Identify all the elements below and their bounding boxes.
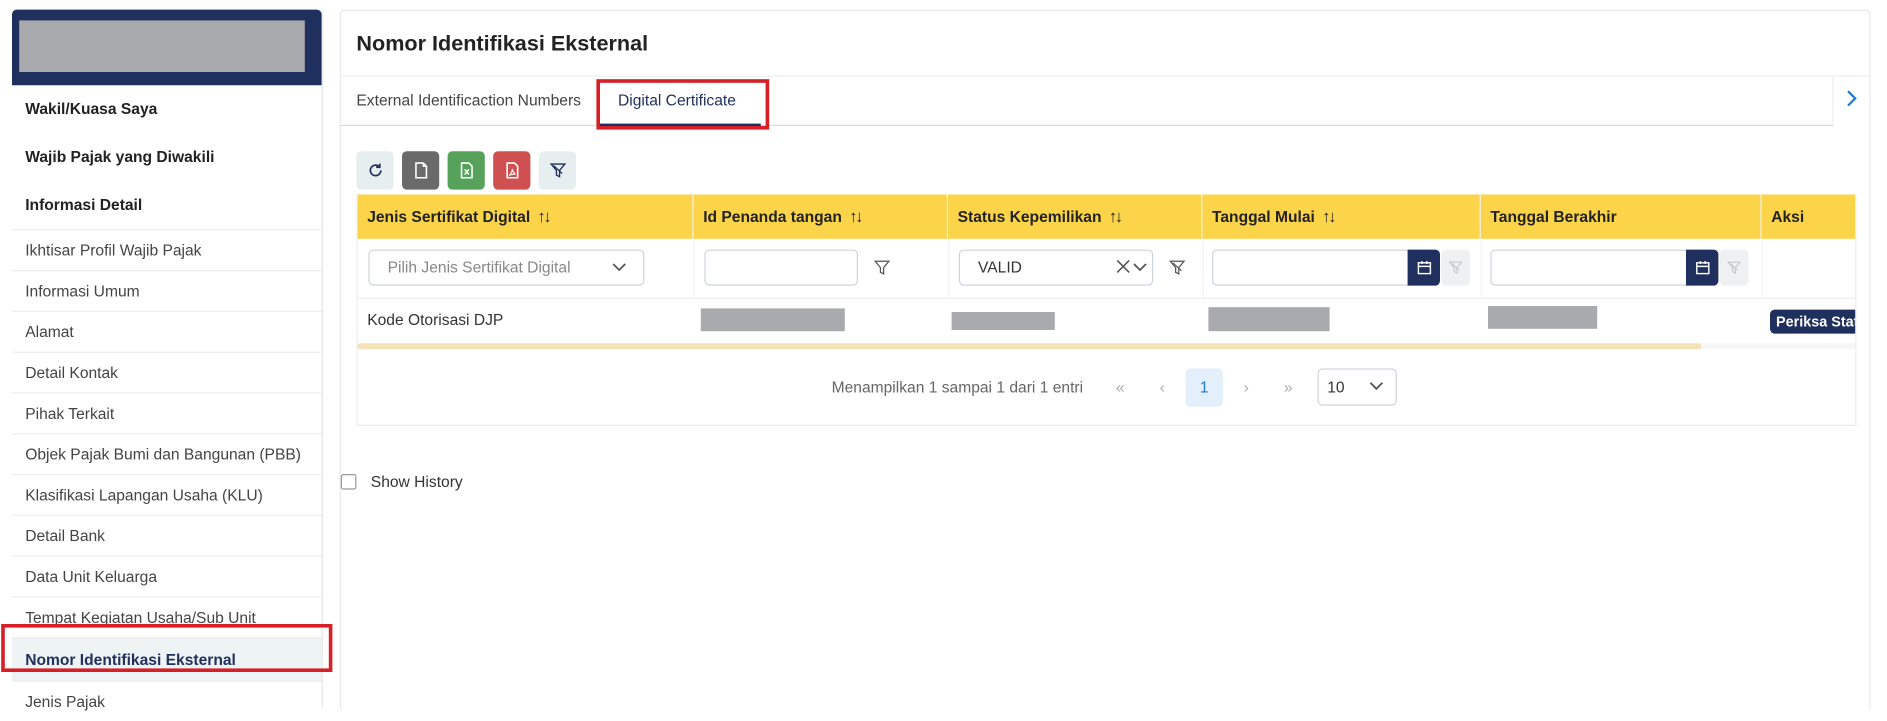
filter-icon[interactable]	[873, 259, 891, 276]
chevron-down-icon	[1133, 251, 1147, 297]
column-header-id-penanda-tangan[interactable]: Id Penanda tangan ↑↓	[694, 194, 949, 239]
filter-clear-icon	[549, 163, 566, 178]
refresh-icon	[368, 163, 382, 177]
dropdown-placeholder: Pilih Jenis Sertifikat Digital	[387, 258, 571, 276]
chevron-down-icon	[612, 251, 626, 297]
column-header-status-kepemilikan[interactable]: Status Kepemilikan ↑↓	[948, 194, 1203, 239]
sort-icon[interactable]: ↑↓	[1322, 206, 1336, 225]
pdf-icon	[505, 162, 518, 179]
sidebar-item-objek-pbb[interactable]: Objek Pajak Bumi dan Bangunan (PBB)	[12, 433, 322, 474]
page-title: Nomor Identifikasi Eksternal	[356, 31, 649, 56]
column-label: Id Penanda tangan	[703, 207, 842, 226]
export-excel-button[interactable]	[447, 151, 485, 190]
sidebar-item-tempat-kegiatan[interactable]: Tempat Kegiatan Usaha/Sub Unit	[12, 596, 322, 637]
refresh-button[interactable]	[356, 151, 394, 190]
filter-cell-jenis: Pilih Jenis Sertifikat Digital	[358, 238, 695, 298]
show-history[interactable]: Show History	[340, 472, 463, 491]
sidebar-item-detail-kontak[interactable]: Detail Kontak	[12, 351, 322, 393]
chevron-down-icon	[1369, 370, 1384, 417]
sidebar-header-informasi-detail[interactable]: Informasi Detail	[12, 181, 322, 229]
tab-bar: External Identificaction Numbers Digital…	[340, 75, 1870, 128]
export-document-button[interactable]	[402, 151, 440, 190]
sidebar-item-pihak-terkait[interactable]: Pihak Terkait	[12, 392, 322, 433]
main-panel: Nomor Identifikasi Eksternal External Id…	[339, 9, 1871, 711]
redacted-logo	[19, 20, 305, 72]
tab-external-identification-numbers[interactable]: External Identificaction Numbers	[356, 77, 581, 125]
filter-clear-disabled-icon	[1441, 249, 1470, 286]
sort-icon[interactable]: ↑↓	[537, 206, 551, 225]
next-page-button[interactable]: ›	[1228, 368, 1265, 406]
show-history-checkbox[interactable]	[340, 474, 357, 490]
tanggal-mulai-calendar-button[interactable]	[1407, 249, 1440, 286]
first-page-button[interactable]: «	[1102, 368, 1139, 406]
export-pdf-button[interactable]	[493, 151, 531, 190]
redacted-status	[951, 312, 1055, 330]
filter-cell-status: VALID	[948, 238, 1204, 298]
column-label: Status Kepemilikan	[957, 207, 1102, 226]
redacted-tanggal-mulai	[1208, 307, 1330, 332]
id-penanda-tangan-input[interactable]	[704, 249, 859, 286]
sidebar-header-wajib-pajak[interactable]: Wajib Pajak yang Diwakili	[12, 133, 322, 181]
rows-per-page-select[interactable]: 10	[1317, 368, 1397, 406]
tanggal-berakhir-calendar-button[interactable]	[1686, 249, 1719, 286]
tanggal-berakhir-input[interactable]	[1490, 249, 1688, 286]
sidebar-item-ikhtisar[interactable]: Ikhtisar Profil Wajib Pajak	[12, 229, 322, 270]
sidebar-item-informasi-umum[interactable]: Informasi Umum	[12, 270, 322, 311]
clear-filter-button[interactable]	[538, 151, 576, 190]
brand-header	[12, 9, 322, 86]
column-header-tanggal-mulai[interactable]: Tanggal Mulai ↑↓	[1202, 194, 1481, 239]
calendar-icon	[1695, 261, 1709, 275]
filter-cell-tanggal-berakhir	[1481, 238, 1763, 298]
tab-digital-certificate[interactable]: Digital Certificate	[618, 77, 736, 125]
sort-icon[interactable]: ↑↓	[1109, 206, 1123, 225]
chevron-right-icon	[1847, 90, 1857, 107]
sidebar: Wakil/Kuasa Saya Wajib Pajak yang Diwaki…	[12, 9, 323, 710]
sidebar-item-data-unit-keluarga[interactable]: Data Unit Keluarga	[12, 555, 322, 597]
rows-per-page-value: 10	[1327, 378, 1345, 397]
pagination: Menampilkan 1 sampai 1 dari 1 entri « ‹ …	[358, 350, 1856, 424]
sidebar-item-klu[interactable]: Klasifikasi Lapangan Usaha (KLU)	[12, 474, 322, 515]
jenis-sertifikat-dropdown[interactable]: Pilih Jenis Sertifikat Digital	[368, 249, 645, 286]
status-kepemilikan-dropdown[interactable]: VALID	[958, 249, 1154, 286]
tab-divider	[340, 124, 1833, 127]
redacted-id-penanda-tangan	[700, 308, 845, 332]
cell-jenis: Kode Otorisasi DJP	[367, 310, 504, 329]
scrollbar-thumb[interactable]	[357, 343, 1702, 350]
tab-active-indicator	[598, 123, 761, 127]
show-history-label: Show History	[370, 472, 463, 491]
page-1-button[interactable]: 1	[1185, 368, 1223, 407]
dropdown-value: VALID	[978, 258, 1022, 276]
prev-page-button[interactable]: ‹	[1144, 368, 1181, 406]
tanggal-mulai-input[interactable]	[1212, 249, 1409, 286]
column-label: Tanggal Mulai	[1212, 207, 1315, 226]
excel-icon	[460, 162, 473, 179]
table-row: Kode Otorisasi DJP Periksa Status	[358, 299, 1856, 341]
filter-cell-tanggal-mulai	[1202, 238, 1482, 298]
clear-icon[interactable]	[1116, 251, 1130, 297]
sidebar-item-detail-bank[interactable]: Detail Bank	[12, 514, 322, 556]
document-icon	[414, 162, 427, 179]
periksa-status-button[interactable]: Periksa Status	[1770, 309, 1856, 334]
sidebar-item-alamat[interactable]: Alamat	[12, 310, 322, 352]
sidebar-item-nomor-identifikasi-eksternal[interactable]: Nomor Identifikasi Eksternal	[12, 637, 322, 681]
column-header-aksi: Aksi	[1762, 194, 1856, 238]
filter-clear-disabled-icon	[1719, 249, 1749, 286]
pagination-info: Menampilkan 1 sampai 1 dari 1 entri	[831, 378, 1084, 397]
horizontal-scrollbar[interactable]	[357, 343, 1856, 350]
certificate-table: Jenis Sertifikat Digital ↑↓ Id Penanda ta…	[356, 194, 1857, 427]
column-label: Jenis Sertifikat Digital	[367, 207, 531, 226]
column-header-jenis[interactable]: Jenis Sertifikat Digital ↑↓	[358, 194, 694, 239]
filter-row: Pilih Jenis Sertifikat Digital VALID	[357, 238, 1856, 299]
calendar-icon	[1417, 261, 1431, 275]
tab-scroll-next-button[interactable]	[1832, 76, 1869, 128]
filter-cell-id	[694, 238, 950, 298]
sidebar-header-wakil[interactable]: Wakil/Kuasa Saya	[12, 85, 322, 133]
column-header-tanggal-berakhir: Tanggal Berakhir	[1481, 194, 1762, 239]
filter-clear-icon[interactable]	[1169, 259, 1186, 276]
last-page-button[interactable]: »	[1270, 368, 1307, 406]
sort-icon[interactable]: ↑↓	[849, 206, 863, 225]
table-header: Jenis Sertifikat Digital ↑↓ Id Penanda ta…	[357, 194, 1856, 239]
sidebar-item-jenis-pajak[interactable]: Jenis Pajak	[12, 680, 322, 721]
redacted-tanggal-berakhir	[1488, 306, 1598, 329]
